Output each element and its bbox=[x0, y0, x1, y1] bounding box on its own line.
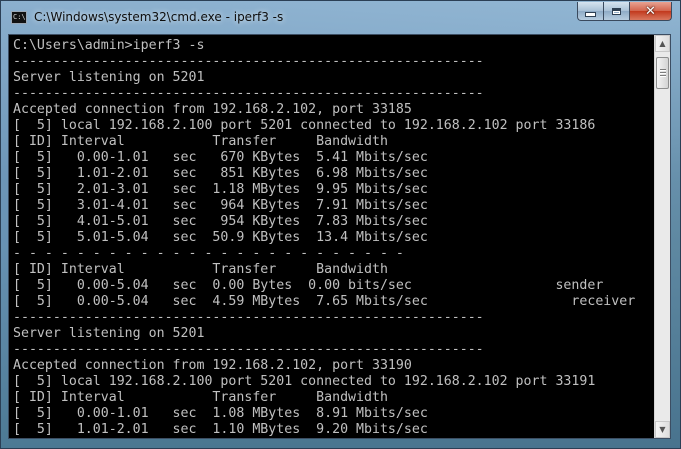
console-line: ----------------------------------------… bbox=[13, 86, 484, 101]
grip-line bbox=[660, 75, 666, 76]
console-line: Server listening on 5201 bbox=[13, 70, 205, 85]
grip-line bbox=[660, 72, 666, 73]
caption-buttons: ✕ bbox=[577, 2, 672, 22]
console-line: [ 5] 2.01-3.01 sec 1.18 MBytes 9.95 Mbit… bbox=[13, 182, 428, 197]
console-line: Accepted connection from 192.168.2.102, … bbox=[13, 358, 412, 373]
console-line: [ ID] Interval Transfer Bandwidth bbox=[13, 134, 388, 149]
arrow-up-icon: ▲ bbox=[659, 39, 666, 48]
console-line: ----------------------------------------… bbox=[13, 54, 484, 69]
grip-line bbox=[660, 69, 666, 70]
console-line: [ ID] Interval Transfer Bandwidth bbox=[13, 262, 388, 277]
console-line: [ 5] 0.00-1.01 sec 1.08 MBytes 8.91 Mbit… bbox=[13, 406, 428, 421]
console-output[interactable]: C:\Users\admin>iperf3 -s ----------------… bbox=[9, 35, 655, 438]
console-lines: C:\Users\admin>iperf3 -s ----------------… bbox=[13, 38, 635, 438]
console-line: [ 5] 0.00-5.04 sec 4.59 MBytes 7.65 Mbit… bbox=[13, 294, 636, 309]
arrow-down-icon: ▼ bbox=[659, 425, 666, 434]
cmd-window: C:\ C:\Windows\system32\cmd.exe - iperf3… bbox=[0, 0, 681, 449]
scroll-up-button[interactable]: ▲ bbox=[655, 35, 670, 52]
console-line: [ 5] local 192.168.2.100 port 5201 conne… bbox=[13, 118, 596, 133]
maximize-button[interactable] bbox=[603, 2, 629, 21]
vertical-scrollbar[interactable]: ▲ ▼ bbox=[654, 35, 670, 438]
console-line: [ ID] Interval Transfer Bandwidth bbox=[13, 390, 388, 405]
cmd-window-icon[interactable]: C:\ bbox=[11, 11, 27, 24]
scroll-down-button[interactable]: ▼ bbox=[655, 421, 670, 438]
console-line: [ 5] local 192.168.2.100 port 5201 conne… bbox=[13, 374, 596, 389]
console-line: ----------------------------------------… bbox=[13, 342, 484, 357]
minimize-icon bbox=[585, 11, 596, 17]
console-frame: C:\Users\admin>iperf3 -s ----------------… bbox=[8, 34, 671, 439]
console-line: [ 5] 4.01-5.01 sec 954 KBytes 7.83 Mbits… bbox=[13, 214, 428, 229]
maximize-icon bbox=[612, 7, 621, 15]
console-line: [ 5] 5.01-5.04 sec 50.9 KBytes 13.4 Mbit… bbox=[13, 230, 428, 245]
console-line: Server listening on 5201 bbox=[13, 326, 205, 341]
minimize-button[interactable] bbox=[577, 2, 603, 21]
console-line: ----------------------------------------… bbox=[13, 310, 484, 325]
console-line: [ 5] 0.00-5.04 sec 0.00 Bytes 0.00 bits/… bbox=[13, 278, 604, 293]
title-bar[interactable]: C:\ C:\Windows\system32\cmd.exe - iperf3… bbox=[1, 1, 680, 35]
window-title: C:\Windows\system32\cmd.exe - iperf3 -s bbox=[34, 10, 284, 24]
console-line: [ 5] 1.01-2.01 sec 1.10 MBytes 9.20 Mbit… bbox=[13, 422, 428, 437]
close-button[interactable]: ✕ bbox=[629, 2, 672, 21]
console-line: C:\Users\admin>iperf3 -s bbox=[13, 38, 205, 53]
console-line: [ 5] 0.00-1.01 sec 670 KBytes 5.41 Mbits… bbox=[13, 150, 428, 165]
console-line: - - - - - - - - - - - - - - - - - - - - … bbox=[13, 246, 404, 261]
console-line: Accepted connection from 192.168.2.102, … bbox=[13, 102, 412, 117]
console-line: [ 5] 1.01-2.01 sec 851 KBytes 6.98 Mbits… bbox=[13, 166, 428, 181]
close-icon: ✕ bbox=[645, 3, 656, 19]
console-line: [ 5] 3.01-4.01 sec 964 KBytes 7.91 Mbits… bbox=[13, 198, 428, 213]
scrollbar-thumb[interactable] bbox=[656, 57, 669, 89]
